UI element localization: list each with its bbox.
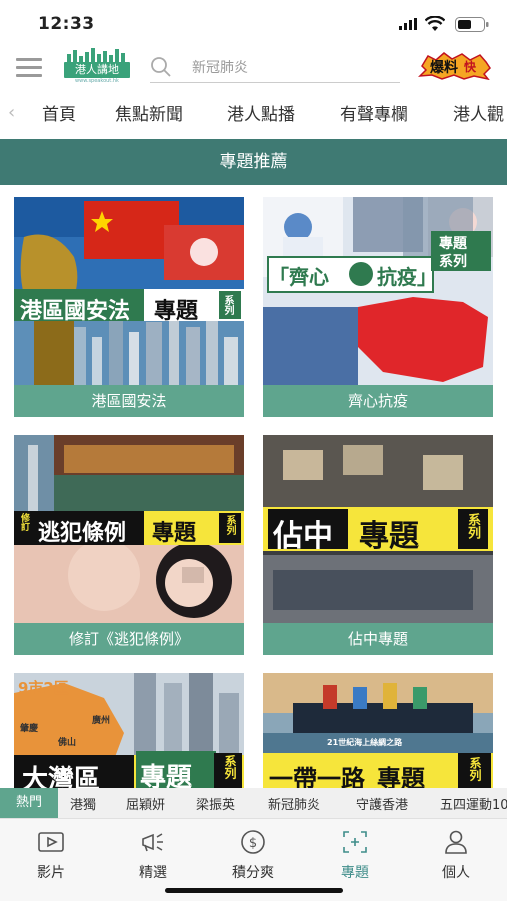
logo-text: 港人講地 — [64, 62, 130, 78]
tab-audio-column[interactable]: 有聲專欄 — [340, 100, 408, 125]
hot-label[interactable]: 熱門 — [0, 788, 58, 818]
search-bar[interactable] — [150, 52, 400, 83]
card-banner-prefix: 修訂 — [19, 513, 29, 531]
person-icon — [445, 830, 467, 854]
search-icon — [151, 57, 171, 77]
topic-image: 9市2區 肇慶 廣州 佛山 大灣區 專題 系列 — [14, 673, 244, 791]
map-label: 佛山 — [58, 738, 77, 748]
svg-text:$: $ — [249, 836, 257, 851]
card-banner-tag: 專題 — [154, 299, 199, 324]
topic-card[interactable]: 21世紀海上絲綢之路 一帶一路 專題 系列 — [263, 673, 493, 791]
tip-off-sub: 快 — [464, 60, 477, 74]
logo-url: www.speakout.hk — [75, 78, 119, 84]
hot-topic-item[interactable]: 港獨 — [70, 794, 96, 813]
app-header: 港人講地 www.speakout.hk 爆料 快 — [0, 48, 507, 88]
topic-image: 21世紀海上絲綢之路 一帶一路 專題 系列 — [263, 673, 493, 791]
hot-topic-item[interactable]: 新冠肺炎 — [268, 794, 320, 813]
topic-image: 佔中 專題 系列 — [263, 435, 493, 623]
tab-label: 專題 — [341, 865, 369, 881]
card-banner-title: 大灣區 — [22, 765, 101, 791]
app-logo[interactable]: 港人講地 www.speakout.hk — [64, 48, 130, 84]
card-banner-series: 系列 — [468, 757, 482, 781]
topic-card[interactable]: 9市2區 肇慶 廣州 佛山 大灣區 專題 系列 — [14, 673, 244, 791]
home-indicator[interactable] — [165, 888, 343, 893]
card-banner-series: 系列 — [465, 513, 480, 539]
topic-label: 齊心抗疫 — [263, 385, 493, 417]
tab-label: 精選 — [139, 865, 167, 881]
card-banner-series: 系列 — [222, 295, 233, 315]
map-label: 肇慶 — [20, 724, 39, 734]
topic-image: 修訂 逃犯條例 專題 系列 — [14, 435, 244, 623]
card-banner-tag: 專題 — [377, 765, 425, 791]
topic-card[interactable]: 佔中 專題 系列 佔中專題 — [263, 435, 493, 658]
card-banner-title-2: 抗疫」 — [377, 265, 437, 289]
section-title: 專題推薦 — [0, 139, 507, 185]
tab-label: 個人 — [442, 865, 470, 881]
topic-card[interactable]: 修訂 逃犯條例 專題 系列 修訂《逃犯條例》 — [14, 435, 244, 658]
topic-image: 「齊心 抗疫」 專題 系列 — [263, 197, 493, 385]
hot-topic-item[interactable]: 梁振英 — [196, 794, 235, 813]
search-input[interactable] — [190, 56, 394, 80]
map-label: 廣州 — [92, 716, 111, 726]
chevron-left-icon[interactable]: ‹ — [8, 102, 24, 123]
tab-featured[interactable]: 精選 — [113, 829, 193, 882]
tab-label: 積分爽 — [232, 865, 274, 881]
tab-focus-news[interactable]: 焦點新聞 — [115, 100, 183, 125]
tab-profile[interactable]: 個人 — [416, 829, 496, 882]
cellular-signal-icon — [399, 18, 417, 30]
wifi-icon — [425, 16, 445, 31]
hot-topic-item[interactable]: 守護香港 — [356, 794, 408, 813]
nav-tabs: ‹ 首頁 焦點新聞 港人點播 有聲專欄 港人觀 — [0, 92, 507, 132]
hot-topics-bar: 熱門 港獨 屈穎妍 梁振英 新冠肺炎 守護香港 五四運動10 — [0, 788, 507, 818]
megaphone-icon — [142, 833, 163, 852]
video-icon — [38, 832, 64, 852]
tab-label: 影片 — [37, 865, 65, 881]
card-banner-tag: 專題 — [439, 236, 467, 252]
topic-label: 修訂《逃犯條例》 — [14, 623, 244, 655]
topic-label: 佔中專題 — [263, 623, 493, 655]
topic-card[interactable]: 「齊心 抗疫」 專題 系列 齊心抗疫 — [263, 197, 493, 418]
topic-card[interactable]: 港區國安法 專題 系列 港區國安法 — [14, 197, 244, 418]
card-banner-title: 一帶一路 — [269, 765, 365, 791]
menu-icon[interactable] — [16, 58, 42, 78]
tip-off-text: 爆料 — [430, 60, 458, 76]
card-banner-tag: 專題 — [140, 763, 193, 791]
status-bar: 12:33 — [0, 0, 507, 48]
card-banner-tag: 專題 — [152, 521, 197, 546]
battery-icon — [455, 17, 489, 32]
status-time: 12:33 — [38, 14, 95, 34]
card-banner-series: 系列 — [439, 254, 467, 270]
card-banner-series: 系列 — [224, 515, 235, 535]
tab-home[interactable]: 首頁 — [42, 100, 76, 125]
dollar-coin-icon: $ — [241, 830, 265, 854]
bottom-tab-bar: 影片 精選 $ 積分爽 專題 個人 — [0, 818, 507, 901]
tab-views[interactable]: 港人觀 — [453, 100, 504, 125]
tab-points[interactable]: $ 積分爽 — [213, 829, 293, 882]
card-banner-tag: 專題 — [359, 519, 419, 554]
hot-topic-item[interactable]: 屈穎妍 — [126, 794, 165, 813]
topic-label: 港區國安法 — [14, 385, 244, 417]
card-banner-series: 系列 — [223, 755, 237, 779]
tab-topics[interactable]: 專題 — [315, 829, 395, 882]
tab-videos[interactable]: 影片 — [11, 829, 91, 882]
tip-off-logo[interactable]: 爆料 快 — [418, 52, 492, 81]
card-banner-title: 佔中 — [273, 519, 333, 554]
topic-frame-icon — [343, 831, 367, 853]
card-corner-text: 9市2區 — [18, 679, 69, 697]
hot-topic-item[interactable]: 五四運動10 — [440, 794, 507, 813]
card-banner-title: 港區國安法 — [20, 299, 131, 324]
card-banner-title: 「齊心 — [269, 265, 329, 289]
tab-on-demand[interactable]: 港人點播 — [227, 100, 295, 125]
card-caption: 21世紀海上絲綢之路 — [327, 738, 403, 747]
topic-image: 港區國安法 專題 系列 — [14, 197, 244, 385]
card-banner-title: 逃犯條例 — [38, 521, 127, 546]
